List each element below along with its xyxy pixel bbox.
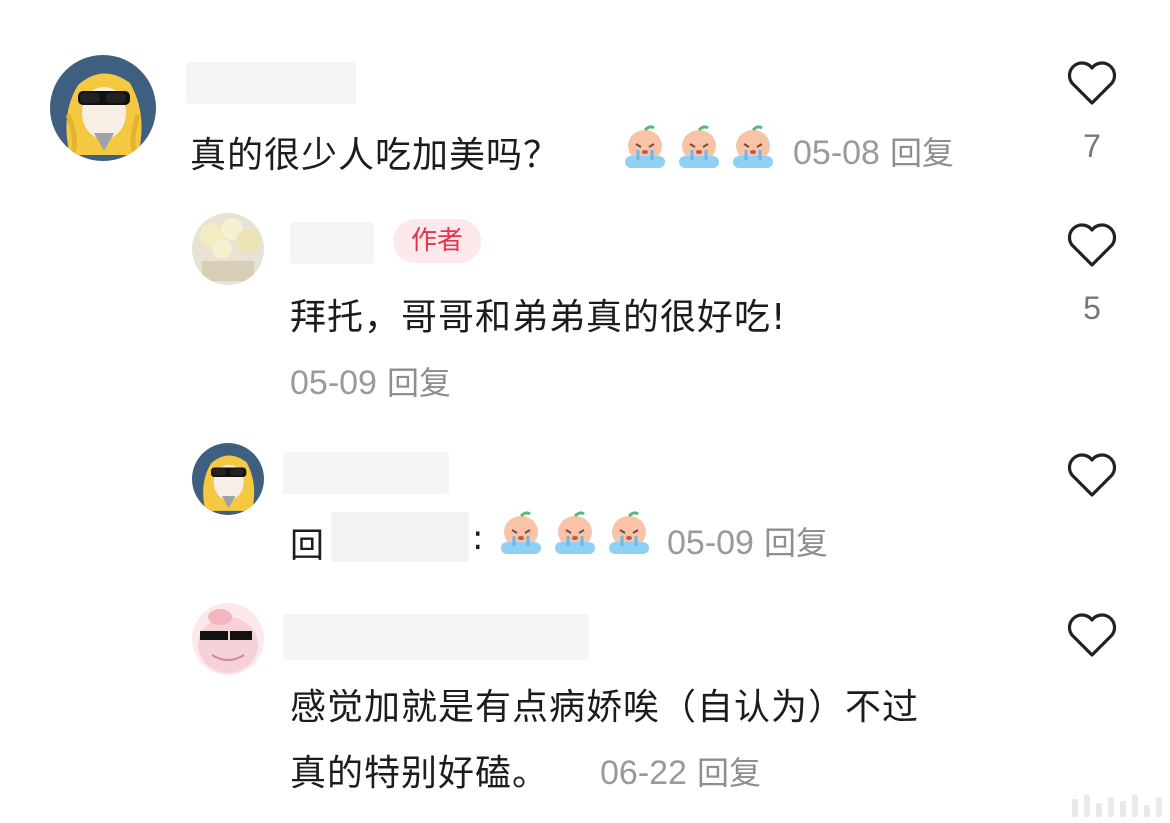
commenter-name-redacted[interactable] (186, 62, 356, 104)
comment-text-line-2: 真的特别好磕。 (290, 753, 550, 794)
crying-peach-emoji-icon (674, 122, 724, 172)
crying-peach-emoji-icon (550, 508, 600, 558)
commenter-name-redacted[interactable] (283, 614, 589, 660)
crying-peach-emoji-icon (620, 122, 670, 172)
flowers-avatar-icon (192, 213, 264, 285)
like-count: 7 (1083, 128, 1101, 164)
crying-peach-emoji-icon (496, 508, 546, 558)
comment-text: 真的很少人吃加美吗？ (190, 135, 561, 176)
comment-date: 05-08 (793, 134, 880, 172)
reply-colon: : (472, 518, 484, 558)
reply-button[interactable]: 回复 (890, 134, 954, 172)
comment-date: 05-09 (667, 524, 754, 562)
reply-prefix: 回 (290, 526, 324, 566)
commenter-name-redacted[interactable] (283, 452, 449, 494)
emoji-group (496, 508, 658, 558)
reply-button[interactable]: 回复 (387, 364, 451, 402)
author-name-redacted[interactable] (290, 222, 374, 264)
heart-icon (1067, 453, 1117, 497)
comment-meta: 05-09 回复 (667, 518, 828, 564)
comment-date: 05-09 (290, 364, 377, 402)
author-badge: 作者 (393, 219, 482, 263)
heart-icon (1067, 613, 1117, 657)
comment-meta: 05-08 回复 (793, 128, 954, 174)
comment-text-line-1: 感觉加就是有点病娇唉（自认为）不过 (290, 687, 920, 728)
comment-text: 拜托，哥哥和弟弟真的很好吃! (290, 297, 787, 338)
commenter-avatar[interactable] (50, 55, 156, 161)
commenter-avatar[interactable] (192, 443, 264, 515)
heart-icon (1067, 223, 1117, 267)
crying-peach-emoji-icon (728, 122, 778, 172)
crying-peach-emoji-icon (604, 508, 654, 558)
reply-button[interactable]: 回复 (697, 754, 761, 792)
like-button[interactable] (1066, 222, 1118, 268)
commenter-avatar[interactable] (192, 603, 264, 675)
watermark-bars (1072, 795, 1162, 817)
emoji-group (620, 122, 782, 172)
heart-icon (1067, 61, 1117, 105)
author-avatar[interactable] (192, 213, 264, 285)
like-button[interactable] (1066, 60, 1118, 106)
comment-meta: 06-22 回复 (600, 748, 761, 794)
like-count: 5 (1083, 290, 1101, 326)
like-button[interactable] (1066, 612, 1118, 658)
comment-date: 06-22 (600, 754, 687, 792)
pink-sunglasses-avatar-icon (192, 603, 264, 675)
reply-button[interactable]: 回复 (764, 524, 828, 562)
comment-meta: 05-09 回复 (290, 358, 451, 404)
like-button[interactable] (1066, 452, 1118, 498)
blonde-sunglasses-avatar-icon (192, 443, 264, 515)
reply-target-name-redacted[interactable] (331, 512, 469, 562)
blonde-sunglasses-avatar-icon (50, 55, 156, 161)
